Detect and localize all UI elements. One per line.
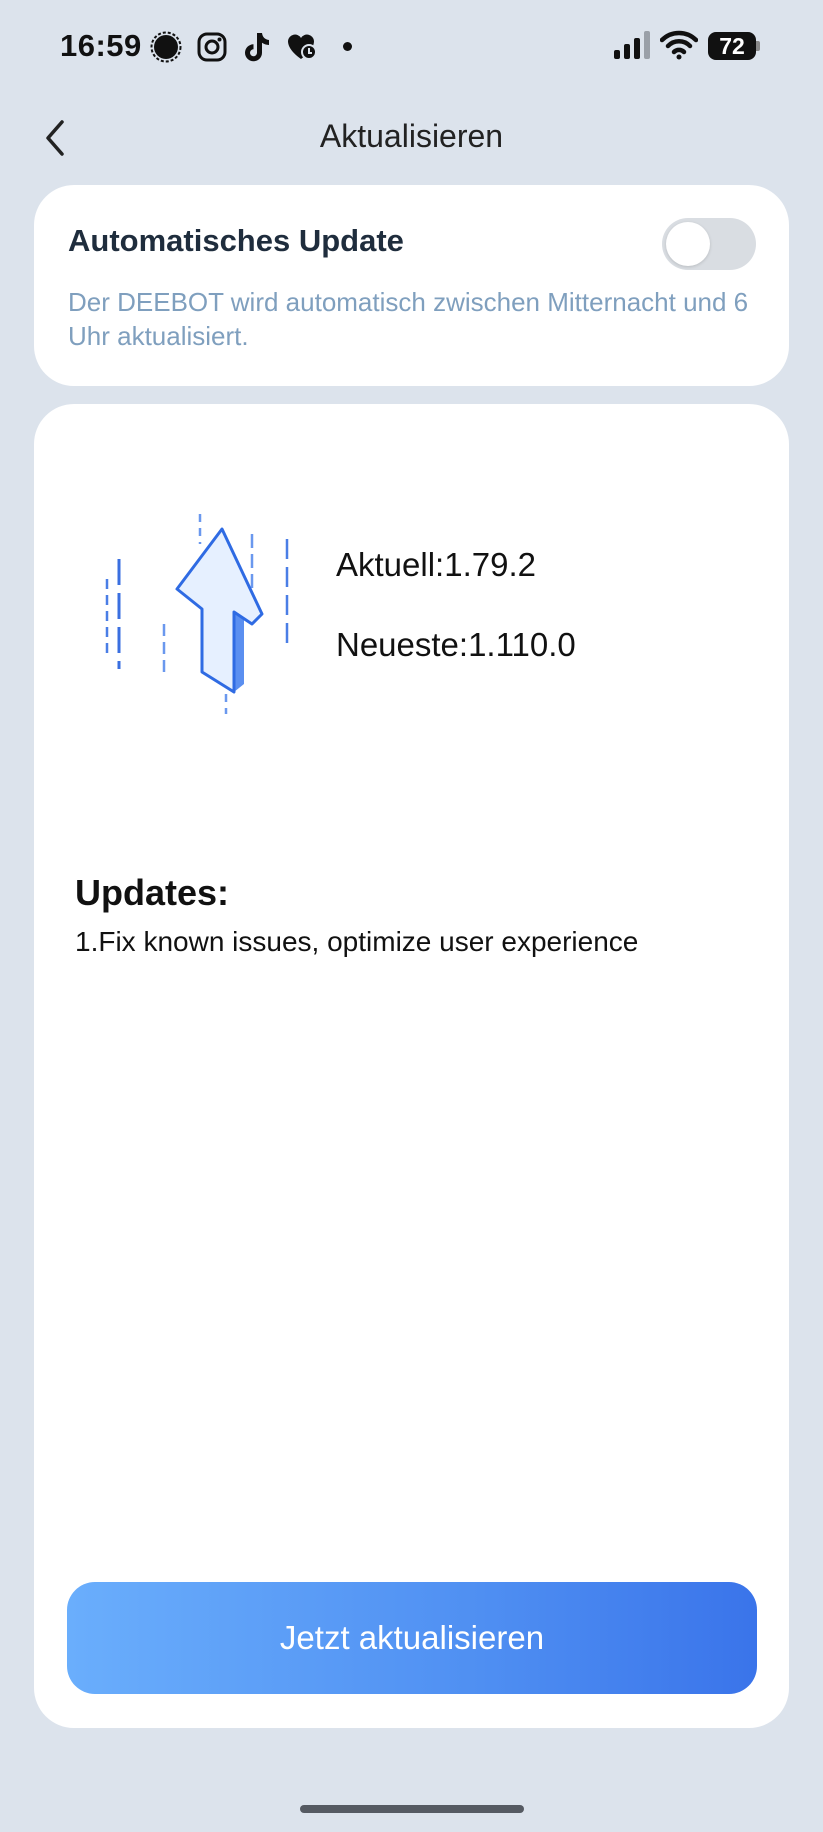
notification-dot [343, 42, 352, 51]
status-bar: 16:59 72 [0, 0, 823, 96]
auto-update-toggle[interactable] [662, 218, 756, 270]
screen: 16:59 72 Aktualisieren Automatisches Upd… [0, 0, 823, 1832]
battery-level: 72 [708, 32, 756, 60]
auto-update-title: Automatisches Update [68, 223, 404, 258]
update-now-button[interactable]: Jetzt aktualisieren [67, 1582, 757, 1694]
toggle-knob [666, 222, 710, 266]
battery-icon: 72 [708, 32, 760, 60]
cell-signal-icon [614, 31, 650, 59]
page-title: Aktualisieren [319, 118, 504, 154]
heart-icon [288, 34, 317, 60]
header: Aktualisieren [0, 100, 823, 176]
auto-update-description: Der DEEBOT wird automatisch zwischen Mit… [68, 287, 749, 351]
battery-cap [756, 41, 760, 51]
instagram-icon [197, 32, 227, 62]
updates-heading: Updates: [75, 872, 230, 913]
latest-version: Neueste:1.110.0 [336, 626, 576, 663]
status-time: 16:59 [60, 28, 142, 63]
signal-messenger-icon [150, 31, 182, 63]
upload-arrow-icon [105, 514, 289, 714]
current-version: Aktuell:1.79.2 [336, 546, 536, 583]
firmware-card: Aktuell:1.79.2 Neueste:1.110.0 Updates: … [34, 404, 789, 1728]
tiktok-icon [245, 33, 269, 62]
home-indicator[interactable] [300, 1805, 524, 1813]
auto-update-card: Automatisches Update Der DEEBOT wird aut… [34, 185, 789, 386]
updates-list-item: 1.Fix known issues, optimize user experi… [75, 926, 639, 957]
wifi-icon [660, 30, 698, 60]
